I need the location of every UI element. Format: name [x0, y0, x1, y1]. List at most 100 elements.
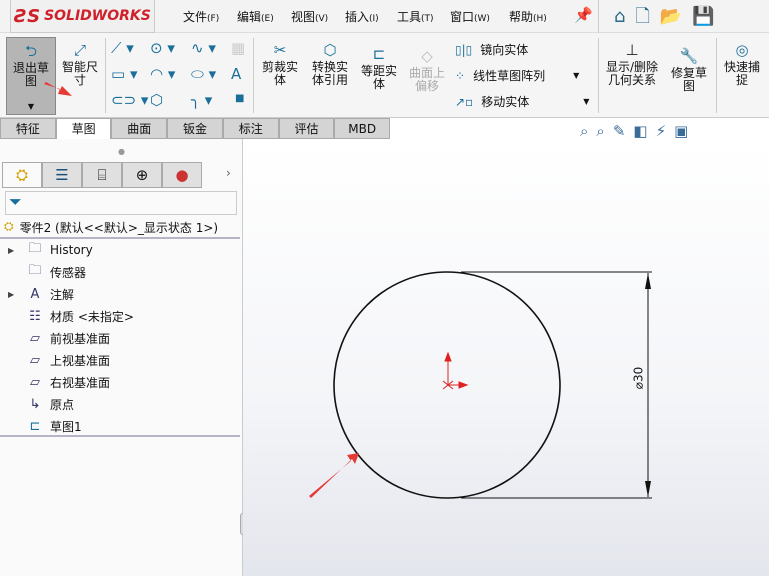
tab-evaluate[interactable]: 评估 — [278, 118, 335, 139]
trim-icon: ✂ — [273, 41, 287, 59]
configuration-manager-tab[interactable]: ⌸ — [82, 162, 122, 188]
previous-view-icon: ✎ — [612, 122, 634, 140]
pattern-icon: ⁘ — [455, 68, 466, 83]
display-style-icon: ⚡ — [655, 122, 675, 140]
tab-features[interactable]: 特征 — [0, 118, 56, 139]
menu-edit[interactable]: 编辑(E) — [237, 8, 274, 25]
plane-icon: ▱ — [30, 374, 40, 390]
divider — [598, 0, 599, 33]
menu-help[interactable]: 帮助(H) — [509, 8, 547, 25]
history-folder-icon: 🗀 — [28, 241, 42, 256]
mirror-icon: ▯|▯ — [455, 42, 473, 57]
pin-icon[interactable]: 📌 — [574, 6, 593, 24]
diameter-dimension[interactable]: ⌀30 — [631, 367, 645, 390]
snap-icon: ◎ — [735, 41, 749, 59]
view-toolbar[interactable]: ⌕⌕✎◧⚡▣ — [580, 122, 696, 140]
dimension-arrow-top — [645, 273, 651, 289]
sensor-folder-icon: 🗀 — [28, 263, 42, 278]
divider — [0, 435, 240, 437]
dimension-arrow-bottom — [645, 481, 651, 497]
feature-tree-tab[interactable]: ⛭ — [2, 162, 42, 188]
open-icon[interactable]: 📂 — [660, 6, 692, 27]
part-root[interactable]: ⛭ 零件2 (默认<<默认>_显示状态 1>) — [4, 219, 218, 236]
expand-icon: ▶ — [8, 289, 15, 299]
plane-icon: ▱ — [30, 330, 40, 346]
convert-entities-button[interactable]: ⬡ 转换实体引用 — [306, 41, 354, 87]
point-icon[interactable]: ■ — [235, 93, 244, 104]
chevron-right-icon[interactable]: › — [226, 166, 231, 180]
part-icon: ⛭ — [4, 219, 14, 233]
display-manager-tab[interactable]: ● — [162, 162, 202, 188]
save-icon[interactable]: 💾 — [692, 6, 724, 27]
circle-icon[interactable]: ⊙ ▾ — [150, 39, 175, 57]
filter-icon: ⏷ — [9, 192, 22, 211]
menu-insert[interactable]: 插入(I) — [345, 8, 379, 25]
arc-icon[interactable]: ◠ ▾ — [150, 65, 175, 83]
line-icon[interactable]: ⟋ ▾ — [111, 39, 134, 57]
plane-icon[interactable]: ▦ — [231, 39, 245, 57]
plane-icon: ▱ — [30, 352, 40, 368]
tree-item-origin[interactable]: ↳ 原点 — [0, 393, 240, 415]
fillet-icon[interactable]: ╮ ▾ — [191, 91, 212, 109]
surface-offset-icon: ◇ — [421, 47, 433, 65]
move-icon: ↗▫ — [455, 94, 474, 109]
tab-surfaces[interactable]: 曲面 — [111, 118, 168, 139]
text-icon[interactable]: A — [231, 65, 241, 83]
menu-file[interactable]: 文件(F) — [183, 8, 219, 25]
tree-item-top-plane[interactable]: ▱ 上视基准面 — [0, 349, 240, 371]
dimxpert-tab[interactable]: ⊕ — [122, 162, 162, 188]
offset-button[interactable]: ⊏ 等距实体 — [357, 45, 401, 91]
home-icon[interactable]: ⌂ — [614, 6, 635, 27]
zoom-area-icon: ⌕ — [596, 122, 613, 140]
property-manager-tab[interactable]: ☰ — [42, 162, 82, 188]
offset-icon: ⊏ — [372, 45, 386, 63]
filter-input[interactable]: ⏷ — [5, 191, 237, 215]
section-view-icon: ◧ — [633, 122, 656, 140]
tab-mbd[interactable]: MBD — [334, 118, 391, 139]
sketch-icon: ⊏ — [29, 418, 41, 434]
ribbon: ⮌ 退出草图 ▼ ⤢ 智能尺寸 ⟋ ▾ ⊙ ▾ ∿ ▾ ▦ ▭ ▾ ◠ ▾ ⬭ ▾ A… — [0, 33, 769, 118]
origin-icon: ↳ — [29, 396, 41, 412]
tree-item-right-plane[interactable]: ▱ 右视基准面 — [0, 371, 240, 393]
repair-icon: 🔧 — [679, 47, 699, 65]
slot-icon[interactable]: ⊂⊃ ▾ — [111, 91, 148, 109]
view-orientation-icon: ▣ — [674, 122, 697, 140]
quick-access-toolbar[interactable]: ⌂🗋📂💾 — [614, 4, 725, 34]
command-manager-tabs: 特征 草图 曲面 钣金 标注 评估 MBD — [0, 118, 391, 139]
linear-pattern-button[interactable]: ⁘ 线性草图阵列 ▼ — [455, 67, 579, 84]
repair-sketch-button[interactable]: 🔧 修复草图 — [666, 47, 712, 93]
display-relations-button[interactable]: ⊥ 显示/删除几何关系 — [602, 41, 662, 87]
trim-button[interactable]: ✂ 剪裁实体 — [258, 41, 302, 87]
move-entities-button[interactable]: ↗▫ 移动实体 ▼ — [455, 93, 589, 110]
zoom-fit-icon: ⌕ — [580, 122, 597, 140]
tab-markup[interactable]: 标注 — [222, 118, 279, 139]
origin-marker — [442, 351, 469, 390]
mirror-button[interactable]: ▯|▯ 镜向实体 — [455, 41, 528, 58]
menu-window[interactable]: 窗口(W) — [450, 8, 490, 25]
convert-icon: ⬡ — [323, 41, 337, 59]
graphics-area[interactable]: ⌀30 — [243, 139, 769, 576]
menu-tools[interactable]: 工具(T) — [397, 8, 434, 25]
feature-tree: ▶ 🗀 History 🗀 传感器 ▶ A 注解 ☷ 材质 <未指定> ▱ 前视基准面 ▱ 上视… — [0, 239, 240, 437]
quick-snaps-button[interactable]: ◎ 快速捕捉 — [720, 41, 764, 87]
tab-sketch[interactable]: 草图 — [55, 118, 112, 139]
tree-item-annotations[interactable]: ▶ A 注解 — [0, 283, 240, 305]
tree-item-sensors[interactable]: 🗀 传感器 — [0, 261, 240, 283]
relations-icon: ⊥ — [625, 41, 639, 59]
ellipse-icon[interactable]: ⬭ ▾ — [191, 65, 216, 83]
tab-sheet-metal[interactable]: 钣金 — [167, 118, 223, 139]
menu-view[interactable]: 视图(V) — [291, 8, 328, 25]
new-icon[interactable]: 🗋 — [635, 6, 659, 27]
tree-item-front-plane[interactable]: ▱ 前视基准面 — [0, 327, 240, 349]
tree-item-sketch1[interactable]: ⊏ 草图1 — [0, 415, 240, 437]
tree-item-material[interactable]: ☷ 材质 <未指定> — [0, 305, 240, 327]
rectangle-icon[interactable]: ▭ ▾ — [111, 65, 137, 83]
feature-manager-panel: ● ⛭ ☰ ⌸ ⊕ ● › ⏷ ⛭ 零件2 (默认<<默认>_显示状态 1>) ▶… — [0, 139, 248, 576]
panel-splitter[interactable]: ● — [118, 147, 125, 156]
tree-item-history[interactable]: ▶ 🗀 History — [0, 239, 240, 261]
annotation-arrow — [309, 453, 359, 498]
polygon-icon[interactable]: ⬡ — [150, 91, 163, 109]
sketch-circle[interactable] — [333, 271, 561, 499]
surface-offset-button[interactable]: ◇ 曲面上偏移 — [405, 47, 449, 93]
spline-icon[interactable]: ∿ ▾ — [191, 39, 216, 57]
